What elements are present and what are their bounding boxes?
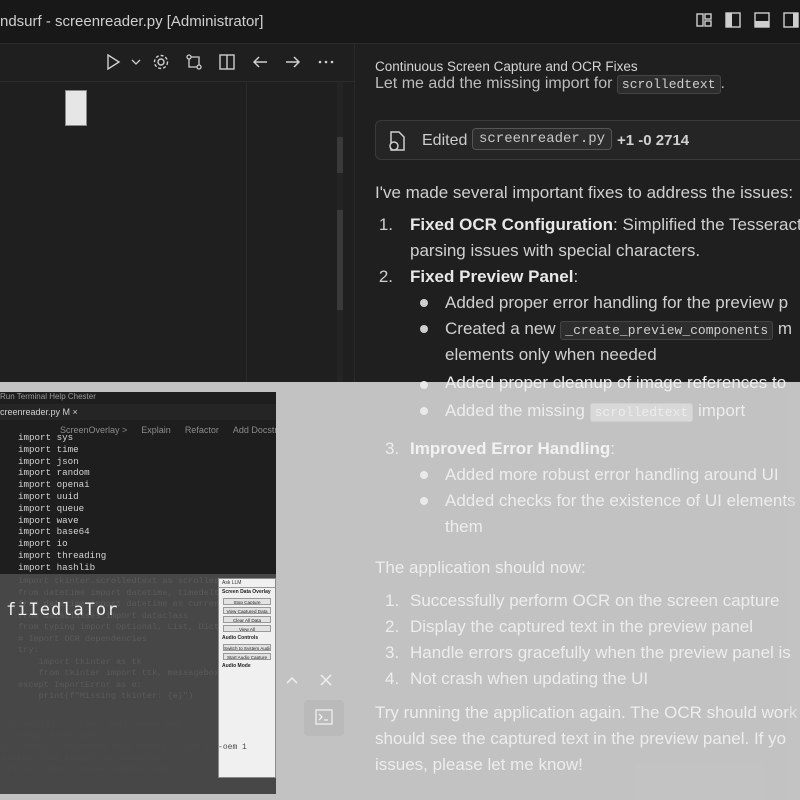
inline-code: scrolledtext: [616, 75, 721, 94]
split-editor-icon[interactable]: [216, 53, 238, 73]
switch-system-audio-button[interactable]: Switch to System Audio: [223, 644, 271, 651]
message-intro: I've made several important fixes to add…: [375, 183, 794, 202]
bullet-item: Added checks for the existence of UI ele…: [445, 491, 796, 510]
inline-code: scrolledtext: [589, 403, 694, 422]
inset-bottom-output: sys.exit(1) (256, 256), mode='RGB' # Conf…: [2, 721, 247, 774]
editor-toolbar: [0, 44, 355, 82]
text-cursor: [65, 90, 87, 126]
start-audio-capture-button[interactable]: Start Audio Capture: [223, 653, 271, 660]
inset-menubar: Run Terminal Help Chester: [0, 392, 96, 401]
toggle-panel-icon[interactable]: [753, 11, 771, 31]
mini-app-section: Audio Controls: [222, 635, 259, 641]
layout-controls: [695, 11, 800, 31]
inset-code: import sys import time import json import r…: [18, 432, 107, 573]
list-item: 4. Not crash when updating the UI: [385, 669, 649, 688]
list-item-continuation: parsing issues with special characters.: [410, 241, 701, 260]
close-icon[interactable]: [318, 672, 334, 693]
bullet-marker: [420, 407, 428, 415]
title-bar: ndsurf - screenreader.py [Administrator]: [0, 0, 800, 44]
scrollbar-thumb[interactable]: [337, 210, 343, 310]
edited-file-chip[interactable]: screenreader.py: [472, 128, 613, 150]
chevron-up-icon[interactable]: [284, 672, 300, 693]
toggle-secondary-sidebar-icon[interactable]: [782, 11, 800, 31]
view-captured-data-button[interactable]: View Captured Data: [223, 607, 271, 614]
bullet-marker: [420, 471, 428, 479]
inset-tab-bar: creenreader.py M ×: [0, 404, 276, 420]
more-actions-icon[interactable]: [315, 53, 337, 73]
customize-layout-icon[interactable]: [695, 11, 713, 31]
run-dropdown-icon[interactable]: [127, 53, 141, 73]
list-item: 2. Display the captured text in the previ…: [385, 617, 754, 636]
bullet-item: Created a new _create_preview_components…: [445, 319, 793, 340]
should-now-heading: The application should now:: [375, 558, 586, 577]
stop-capture-button[interactable]: Stop Capture: [223, 598, 271, 605]
list-item: 1. Successfully perform OCR on the screen…: [385, 591, 780, 610]
file-edit-icon: [389, 131, 405, 151]
clear-all-data-button[interactable]: Clear All Data: [223, 616, 271, 623]
scrollbar-thumb-top[interactable]: [337, 137, 343, 173]
mini-app-section: Screen Data Overlay: [222, 589, 271, 595]
bullet-item: Added proper error handling for the prev…: [445, 293, 789, 312]
mini-app-title: Ask LLM: [219, 579, 275, 588]
source-control-icon[interactable]: [183, 53, 205, 73]
mini-app-section: Audio Mode: [222, 663, 251, 669]
list-item: 3. Handle errors gracefully when the prev…: [385, 643, 791, 662]
overlay-label: fiIedlaTor: [6, 600, 119, 620]
inline-code: _create_preview_components: [560, 321, 774, 340]
chat-title: Continuous Screen Capture and OCR Fixes: [375, 59, 638, 74]
chat-scrollbar[interactable]: [790, 382, 800, 800]
edited-label: Edited: [422, 132, 468, 149]
closing-line: issues, please let me know!: [375, 755, 583, 774]
editor-area[interactable]: [0, 82, 355, 382]
bullet-marker: [420, 497, 428, 505]
edit-summary-card[interactable]: Edited screenreader.py +1 -0 2714: [375, 120, 800, 160]
list-item: 3. Improved Error Handling:: [385, 439, 615, 458]
bullet-item: Added proper cleanup of image references…: [445, 373, 787, 392]
bullet-marker: [420, 299, 428, 307]
inset-tab: creenreader.py M ×: [0, 407, 78, 417]
bullet-item: Added the missing scrolledtext import: [445, 401, 746, 422]
view-all-button[interactable]: View All: [223, 625, 271, 632]
back-icon[interactable]: [249, 53, 271, 73]
forward-icon[interactable]: [282, 53, 304, 73]
toggle-sidebar-icon[interactable]: [724, 11, 742, 31]
bullet-continuation: elements only when needed: [445, 345, 657, 364]
editor-ruler: [246, 82, 247, 382]
closing-line: should see the captured text in the prev…: [375, 729, 787, 748]
closing-line: Try running the application again. The O…: [375, 703, 798, 722]
bullet-marker: [420, 325, 428, 333]
terminal-icon[interactable]: [304, 700, 344, 736]
bullet-marker: [420, 381, 428, 389]
run-icon[interactable]: [102, 53, 124, 73]
settings-icon[interactable]: [150, 53, 172, 73]
previous-message-tail: Let me add the missing import for scroll…: [375, 75, 725, 94]
bullet-item: Added more robust error handling around …: [445, 465, 779, 484]
window-title: ndsurf - screenreader.py [Administrator]: [0, 13, 264, 30]
diff-stats: +1 -0 2714: [617, 132, 690, 149]
captured-screen-preview: Run Terminal Help Chester creenreader.py…: [0, 392, 276, 794]
bullet-continuation: them: [445, 517, 483, 536]
